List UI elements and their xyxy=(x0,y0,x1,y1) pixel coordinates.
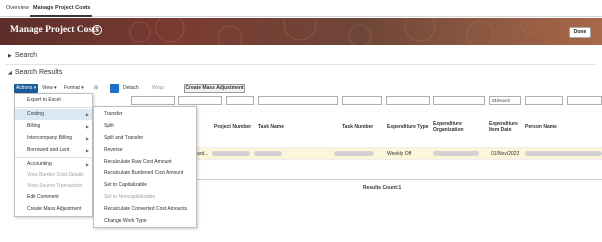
column-header-task-number[interactable]: Task Number xyxy=(342,124,373,130)
menu-item-label: Accounting xyxy=(27,161,52,167)
menu-item-edit-comment[interactable]: Edit Comment xyxy=(15,192,92,203)
menu-item-label: Intercompany Billing xyxy=(27,135,73,141)
menu-item-borrowed-and-lent[interactable]: Borrowed and Lent ▶ xyxy=(15,145,92,156)
menu-item-export-to-excel[interactable]: Export to Excel xyxy=(15,95,92,106)
submenu-arrow-icon: ▶ xyxy=(85,162,89,167)
cell-text: ard... xyxy=(197,151,209,157)
filter-input[interactable] xyxy=(525,96,563,105)
menu-item-label: View Source Transaction xyxy=(27,183,83,189)
menu-item-label: Create Mass Adjustment xyxy=(27,206,82,212)
filter-input[interactable] xyxy=(131,96,175,105)
submenu-arrow-icon: ▶ xyxy=(85,136,89,141)
submenu-item-transfer[interactable]: Transfer xyxy=(94,109,196,120)
redacted-cell xyxy=(212,151,250,156)
create-mass-adjustment-button[interactable]: Create Mass Adjustment xyxy=(184,84,245,93)
detach-icon[interactable] xyxy=(110,84,119,93)
expenditure-date-cell: 01/Nov/2022 xyxy=(491,151,520,157)
submenu-item-reverse[interactable]: Reverse xyxy=(94,145,196,156)
menu-item-label: Borrowed and Lent xyxy=(27,147,70,153)
column-header-line: Organization xyxy=(433,127,464,133)
date-filter-input[interactable]: 01/Nov/2 xyxy=(489,96,521,105)
column-header-expenditure-type[interactable]: Expenditure Type xyxy=(387,124,429,130)
column-header-expenditure-organization[interactable]: Expenditure Organization xyxy=(433,121,464,133)
search-section-label: Search xyxy=(14,52,38,59)
collapsed-caret-icon: ▶ xyxy=(8,53,12,59)
submenu-item-set-to-capitalizable[interactable]: Set to Capitalizable xyxy=(94,180,196,191)
wrap-button[interactable]: Wrap xyxy=(152,84,164,93)
column-header-expenditure-item-date[interactable]: Expenditure Item Date xyxy=(489,121,518,133)
redacted-cell xyxy=(525,151,602,156)
divider xyxy=(6,64,596,65)
view-menu-button[interactable]: View ▾ xyxy=(42,84,57,93)
column-header-line: Item Date xyxy=(489,127,512,133)
filter-input[interactable] xyxy=(342,96,382,105)
done-button[interactable]: Done xyxy=(569,27,591,38)
page-title: Manage Project Costs xyxy=(10,25,99,35)
submenu-arrow-icon: ▶ xyxy=(85,148,89,153)
menu-separator xyxy=(15,157,92,158)
filter-input[interactable] xyxy=(386,96,430,105)
submenu-item-change-work-type[interactable]: Change Work Type xyxy=(94,216,196,227)
submenu-arrow-icon: ▶ xyxy=(85,124,89,129)
expanded-caret-icon: ◢ xyxy=(8,70,12,76)
format-menu-button[interactable]: Format ▾ xyxy=(64,84,84,93)
menu-item-label: Edit Comment xyxy=(27,194,59,200)
menu-item-label: View Burden Cost Details xyxy=(27,172,84,178)
column-header-person-name[interactable]: Person Name xyxy=(525,124,557,130)
submenu-item-split[interactable]: Split xyxy=(94,121,196,132)
menu-item-accounting[interactable]: Accounting ▶ xyxy=(15,159,92,170)
close-tab-icon[interactable]: × xyxy=(84,0,88,17)
freeze-icon[interactable]: ⊞ xyxy=(94,84,98,93)
results-count: Results Count:1 xyxy=(363,185,402,191)
filter-input[interactable] xyxy=(178,96,222,105)
menu-item-label: Costing xyxy=(27,111,44,117)
menu-item-label: Billing xyxy=(27,123,41,129)
submenu-item-recalculate-raw-cost[interactable]: Recalculate Raw Cost Amount xyxy=(94,157,196,168)
menu-item-view-source-transaction: View Source Transaction xyxy=(15,181,92,192)
expenditure-type-cell: Weekly Off xyxy=(387,151,412,157)
submenu-item-split-and-transfer[interactable]: Split and Transfer xyxy=(94,133,196,144)
filter-input[interactable] xyxy=(567,96,602,105)
results-section-header[interactable]: ◢ Search Results xyxy=(8,69,62,76)
results-section-label: Search Results xyxy=(14,69,63,76)
submenu-arrow-icon: ▶ xyxy=(85,112,89,117)
menu-item-create-mass-adjustment[interactable]: Create Mass Adjustment xyxy=(15,204,92,215)
menu-item-label: Export to Excel xyxy=(27,97,61,103)
filter-input[interactable] xyxy=(433,96,485,105)
column-header-project-number[interactable]: Project Number xyxy=(214,124,251,130)
redacted-cell xyxy=(433,151,479,156)
redacted-cell xyxy=(254,151,282,156)
menu-item-costing[interactable]: Costing ▶ xyxy=(15,109,92,120)
search-section-header[interactable]: ▶ Search xyxy=(8,52,37,59)
column-header-task-name[interactable]: Task Name xyxy=(258,124,284,130)
menu-separator xyxy=(15,107,92,108)
filter-input[interactable] xyxy=(226,96,254,105)
tab-manage-project-costs[interactable]: Manage Project Costs xyxy=(30,0,92,17)
submenu-item-set-to-noncapitalizable: Set to Noncapitalizable xyxy=(104,194,156,200)
filter-input[interactable] xyxy=(258,96,338,105)
detach-button[interactable]: Detach xyxy=(123,84,139,93)
actions-dropdown-menu: Export to Excel Costing ▶ Billing ▶ Interc… xyxy=(14,93,93,217)
menu-item-view-burden-cost-details: View Burden Cost Details xyxy=(15,170,92,181)
tab-overview[interactable]: Overview xyxy=(6,0,29,17)
page-header-banner: Manage Project Costs ? Done xyxy=(0,18,602,45)
menu-item-intercompany-billing[interactable]: Intercompany Billing ▶ xyxy=(15,133,92,144)
submenu-item-recalculate-burdened-cost[interactable]: Recalculate Burdened Cost Amount xyxy=(94,168,196,179)
costing-submenu: Transfer Split Split and Transfer Revers… xyxy=(93,106,197,228)
tab-bar: Overview Manage Project Costs × xyxy=(0,0,602,17)
submenu-item-recalculate-converted-cost[interactable]: Recalculate Converted Cost Amounts xyxy=(94,204,196,215)
menu-item-billing[interactable]: Billing ▶ xyxy=(15,121,92,132)
redacted-cell xyxy=(334,151,374,156)
help-icon[interactable]: ? xyxy=(92,25,102,35)
actions-menu-button[interactable]: Actions ▾ xyxy=(14,84,38,93)
